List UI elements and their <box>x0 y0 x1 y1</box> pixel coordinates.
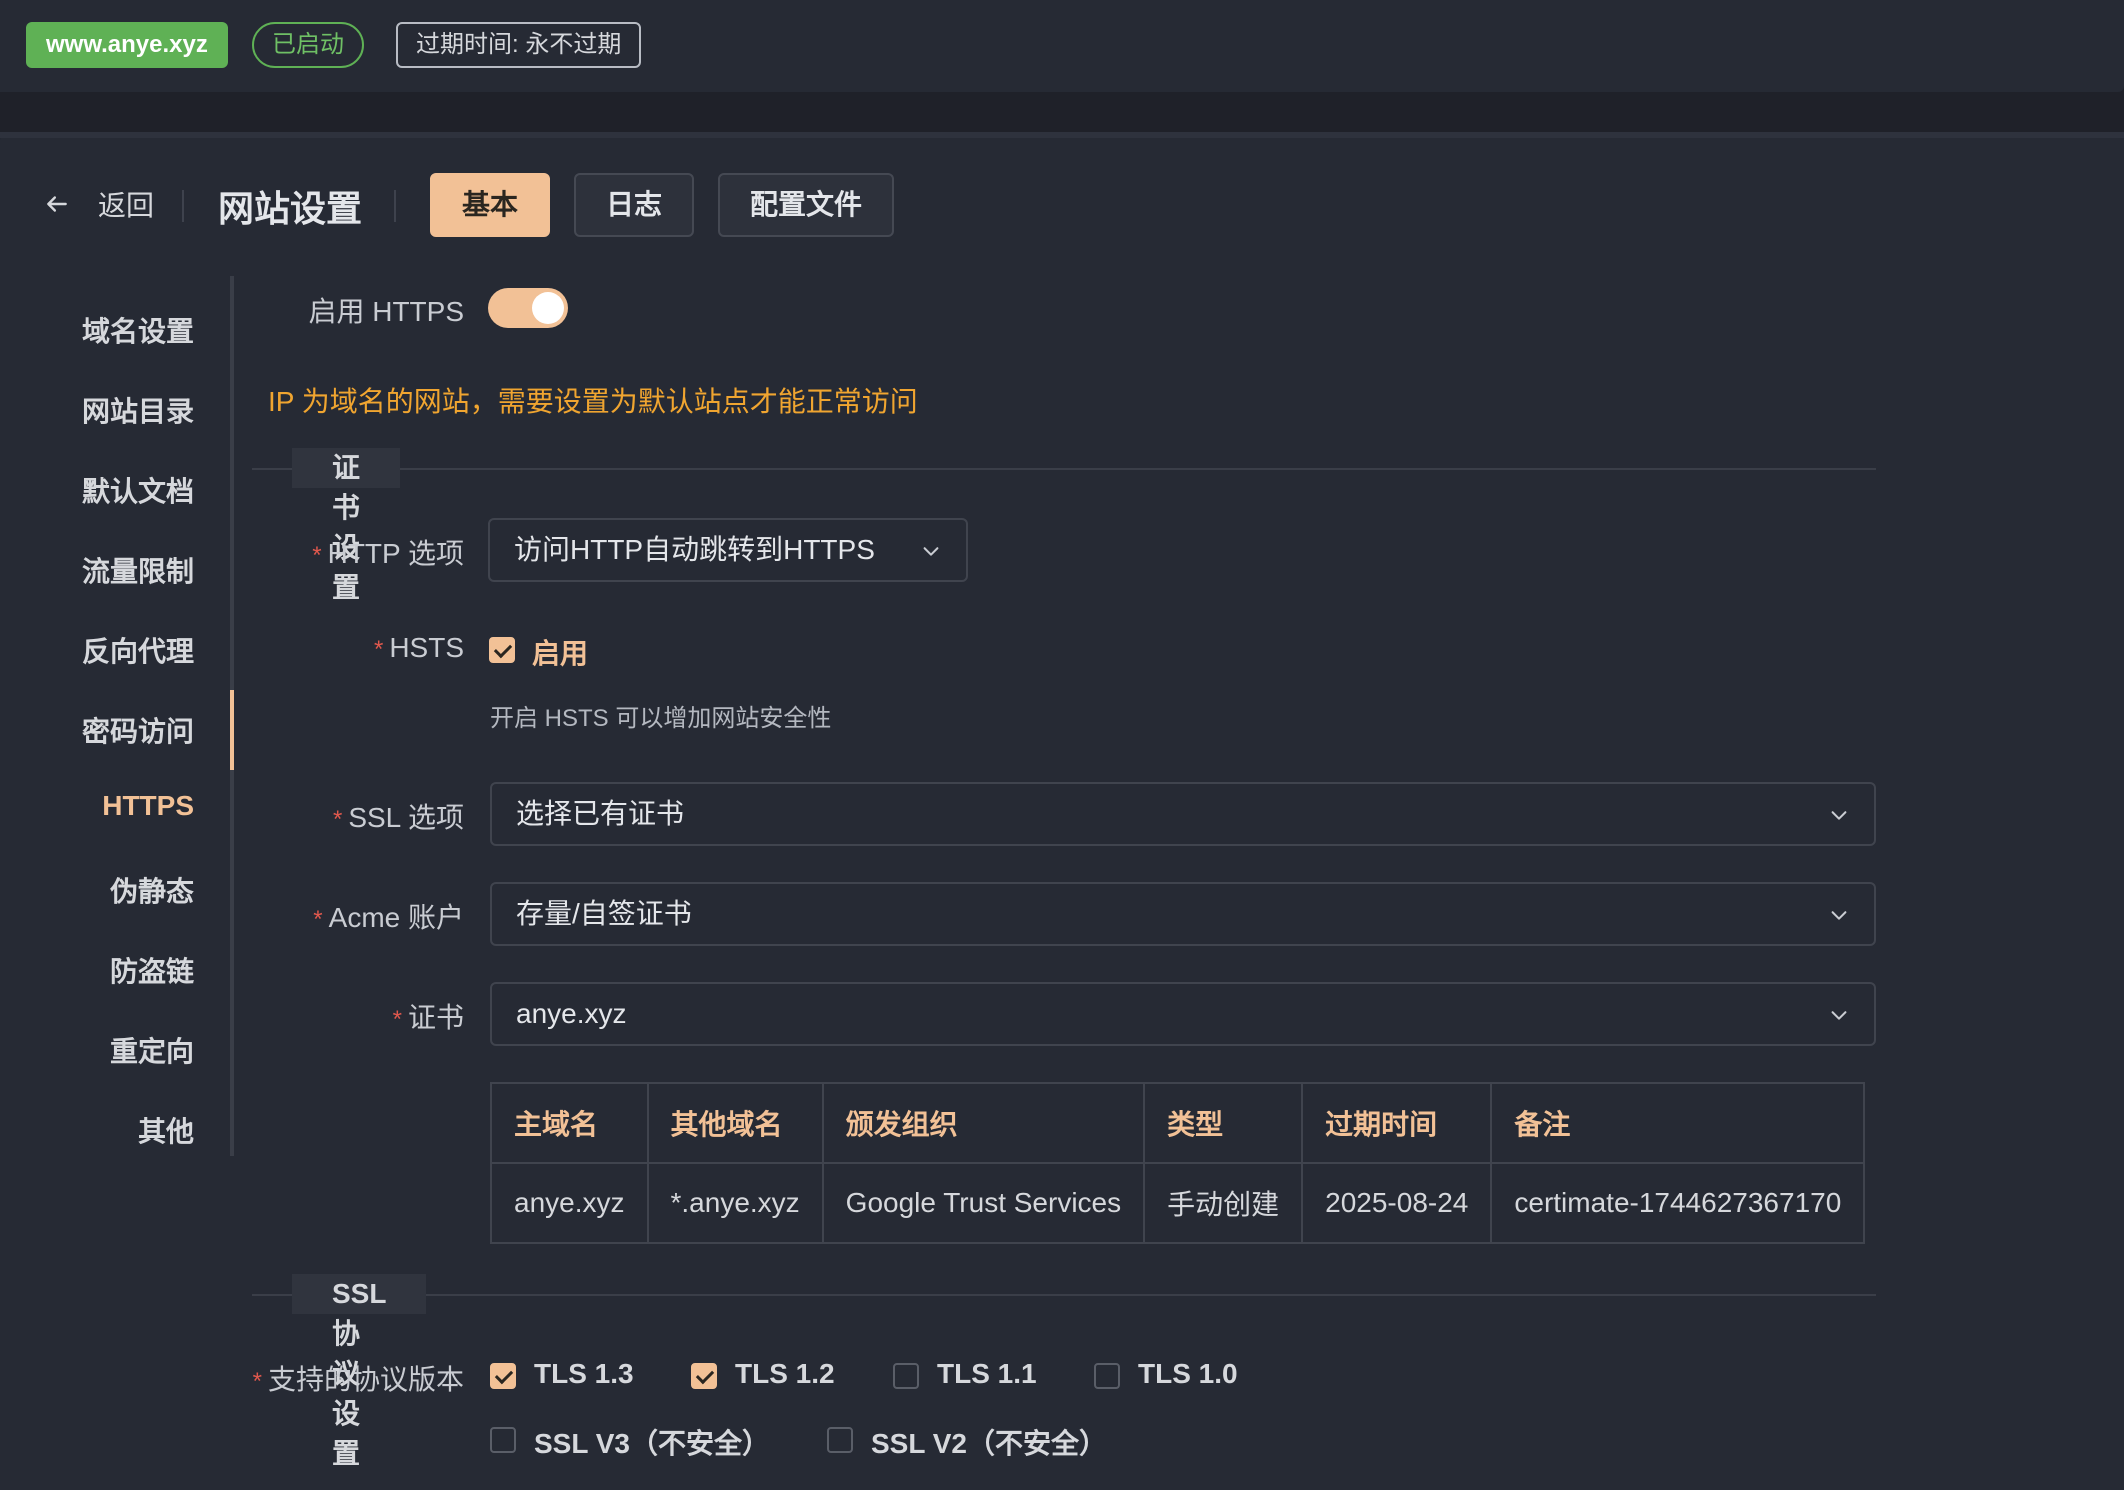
tls10-label[interactable]: TLS 1.0 <box>1138 1358 1238 1390</box>
chevron-down-icon <box>923 547 939 556</box>
tls12-checkbox[interactable] <box>691 1363 717 1389</box>
sidebar-active-indicator <box>230 690 234 770</box>
sslv2-label[interactable]: SSL V2（不安全） <box>871 1422 1107 1462</box>
section-rule <box>252 1294 1876 1296</box>
tls13-label[interactable]: TLS 1.3 <box>534 1358 634 1390</box>
sidebar-item-other[interactable]: 其他 <box>138 1110 194 1150</box>
sslv2-checkbox[interactable] <box>827 1427 853 1453</box>
domain-tag[interactable]: www.anye.xyz <box>26 22 228 68</box>
col-expire: 过期时间 <box>1301 1082 1493 1164</box>
cell-issuer: Google Trust Services <box>821 1162 1146 1244</box>
section-title: 证书设置 <box>292 448 401 603</box>
ip-warning: IP 为域名的网站，需要设置为默认站点才能正常访问 <box>268 386 918 417</box>
sidebar-item-reverse-proxy[interactable]: 反向代理 <box>82 630 194 670</box>
hsts-label: * HSTS <box>374 632 464 664</box>
cert-label: * 证书 <box>393 996 464 1036</box>
header-separator <box>182 190 184 222</box>
tls11-checkbox[interactable] <box>893 1363 919 1389</box>
hsts-checkbox-label[interactable]: 启用 <box>532 632 588 672</box>
sidebar-item-domain[interactable]: 域名设置 <box>82 310 194 350</box>
http-option-value: 访问HTTP自动跳转到HTTPS <box>514 534 875 565</box>
sslv3-checkbox[interactable] <box>490 1427 516 1453</box>
acme-text: Acme 账户 <box>328 902 464 933</box>
page-title: 网站设置 <box>218 188 363 229</box>
required-mark: * <box>392 1006 402 1033</box>
ssl-option-value: 选择已有证书 <box>516 798 685 829</box>
col-remark: 备注 <box>1490 1082 1866 1164</box>
cell-remark: certimate-1744627367170 <box>1490 1162 1866 1244</box>
cell-primary-domain: anye.xyz <box>490 1162 649 1244</box>
ssl-option-text: SSL 选项 <box>348 802 464 833</box>
required-mark: * <box>313 906 323 933</box>
tls12-label[interactable]: TLS 1.2 <box>735 1358 835 1390</box>
cert-text: 证书 <box>407 1002 464 1033</box>
sidebar-item-password-access[interactable]: 密码访问 <box>82 710 194 750</box>
toggle-knob <box>532 292 564 324</box>
tls13-checkbox[interactable] <box>490 1363 516 1389</box>
cell-expire: 2025-08-24 <box>1301 1162 1493 1244</box>
http-option-text: HTTP 选项 <box>327 538 464 569</box>
tab-config-file[interactable]: 配置文件 <box>718 173 894 237</box>
ssl-option-select[interactable]: 选择已有证书 <box>490 782 1876 846</box>
protocol-versions-label: * 支持的协议版本 <box>253 1358 464 1398</box>
required-mark: * <box>332 806 343 833</box>
ssl-option-label: * SSL 选项 <box>333 796 464 836</box>
table-header-row: 主域名 其他域名 颁发组织 类型 过期时间 备注 <box>490 1082 1866 1164</box>
sidebar-item-redirect[interactable]: 重定向 <box>110 1030 194 1070</box>
tab-basic[interactable]: 基本 <box>430 173 550 237</box>
sidebar-item-site-dir[interactable]: 网站目录 <box>82 390 194 430</box>
panel-divider <box>0 132 2124 138</box>
chevron-down-icon <box>1831 911 1847 920</box>
cell-other-domains: *.anye.xyz <box>646 1162 824 1244</box>
status-badge: 已启动 <box>252 22 364 68</box>
protocol-versions-text: 支持的协议版本 <box>267 1364 464 1395</box>
https-label: 启用 HTTPS <box>308 296 464 327</box>
expire-badge: 过期时间: 永不过期 <box>396 22 642 68</box>
section-title: SSL 协议设置 <box>292 1274 426 1469</box>
settings-panel: 返回 网站设置 基本 日志 配置文件 域名设置 网站目录 默认文档 流量限制 反… <box>0 132 2124 1490</box>
acme-account-select[interactable]: 存量/自签证书 <box>490 882 1876 946</box>
section-rule <box>252 468 1876 470</box>
hsts-checkbox[interactable] <box>489 637 515 663</box>
back-button[interactable]: 返回 <box>44 184 154 224</box>
sidebar-item-hotlink[interactable]: 防盗链 <box>110 950 194 990</box>
col-other-domains: 其他域名 <box>646 1082 824 1164</box>
arrow-left-icon <box>47 196 67 212</box>
sslv3-label[interactable]: SSL V3（不安全） <box>534 1422 770 1462</box>
sidebar-item-default-doc[interactable]: 默认文档 <box>82 470 194 510</box>
chevron-down-icon <box>1831 811 1847 820</box>
tls11-label[interactable]: TLS 1.1 <box>937 1358 1037 1390</box>
sidebar-item-https[interactable]: HTTPS <box>102 790 194 822</box>
https-toggle[interactable] <box>488 288 568 328</box>
table-row: anye.xyz *.anye.xyz Google Trust Service… <box>490 1162 1866 1244</box>
http-option-select[interactable]: 访问HTTP自动跳转到HTTPS <box>488 518 968 582</box>
acme-value: 存量/自签证书 <box>516 898 692 929</box>
required-mark: * <box>252 1368 262 1395</box>
cert-select[interactable]: anye.xyz <box>490 982 1876 1046</box>
col-type: 类型 <box>1143 1082 1304 1164</box>
sidebar-item-rewrite[interactable]: 伪静态 <box>110 870 194 910</box>
cert-value: anye.xyz <box>516 998 627 1029</box>
col-issuer: 颁发组织 <box>821 1082 1146 1164</box>
http-option-label: * HTTP 选项 <box>312 532 464 572</box>
tls10-checkbox[interactable] <box>1094 1363 1120 1389</box>
cell-type: 手动创建 <box>1143 1162 1304 1244</box>
required-mark: * <box>373 636 384 663</box>
cert-info-table: 主域名 其他域名 颁发组织 类型 过期时间 备注 anye.xyz *.anye… <box>490 1082 1866 1244</box>
tab-logs[interactable]: 日志 <box>574 173 694 237</box>
col-primary-domain: 主域名 <box>490 1082 649 1164</box>
required-mark: * <box>312 542 322 569</box>
acme-label: * Acme 账户 <box>313 896 464 936</box>
hsts-hint: 开启 HSTS 可以增加网站安全性 <box>490 705 832 732</box>
sidebar-item-traffic-limit[interactable]: 流量限制 <box>82 550 194 590</box>
hsts-text: HSTS <box>389 632 464 663</box>
site-info-bar: www.anye.xyz 已启动 过期时间: 永不过期 <box>0 0 2124 92</box>
chevron-down-icon <box>1831 1011 1847 1020</box>
header-separator <box>394 190 396 222</box>
back-label: 返回 <box>98 190 155 221</box>
